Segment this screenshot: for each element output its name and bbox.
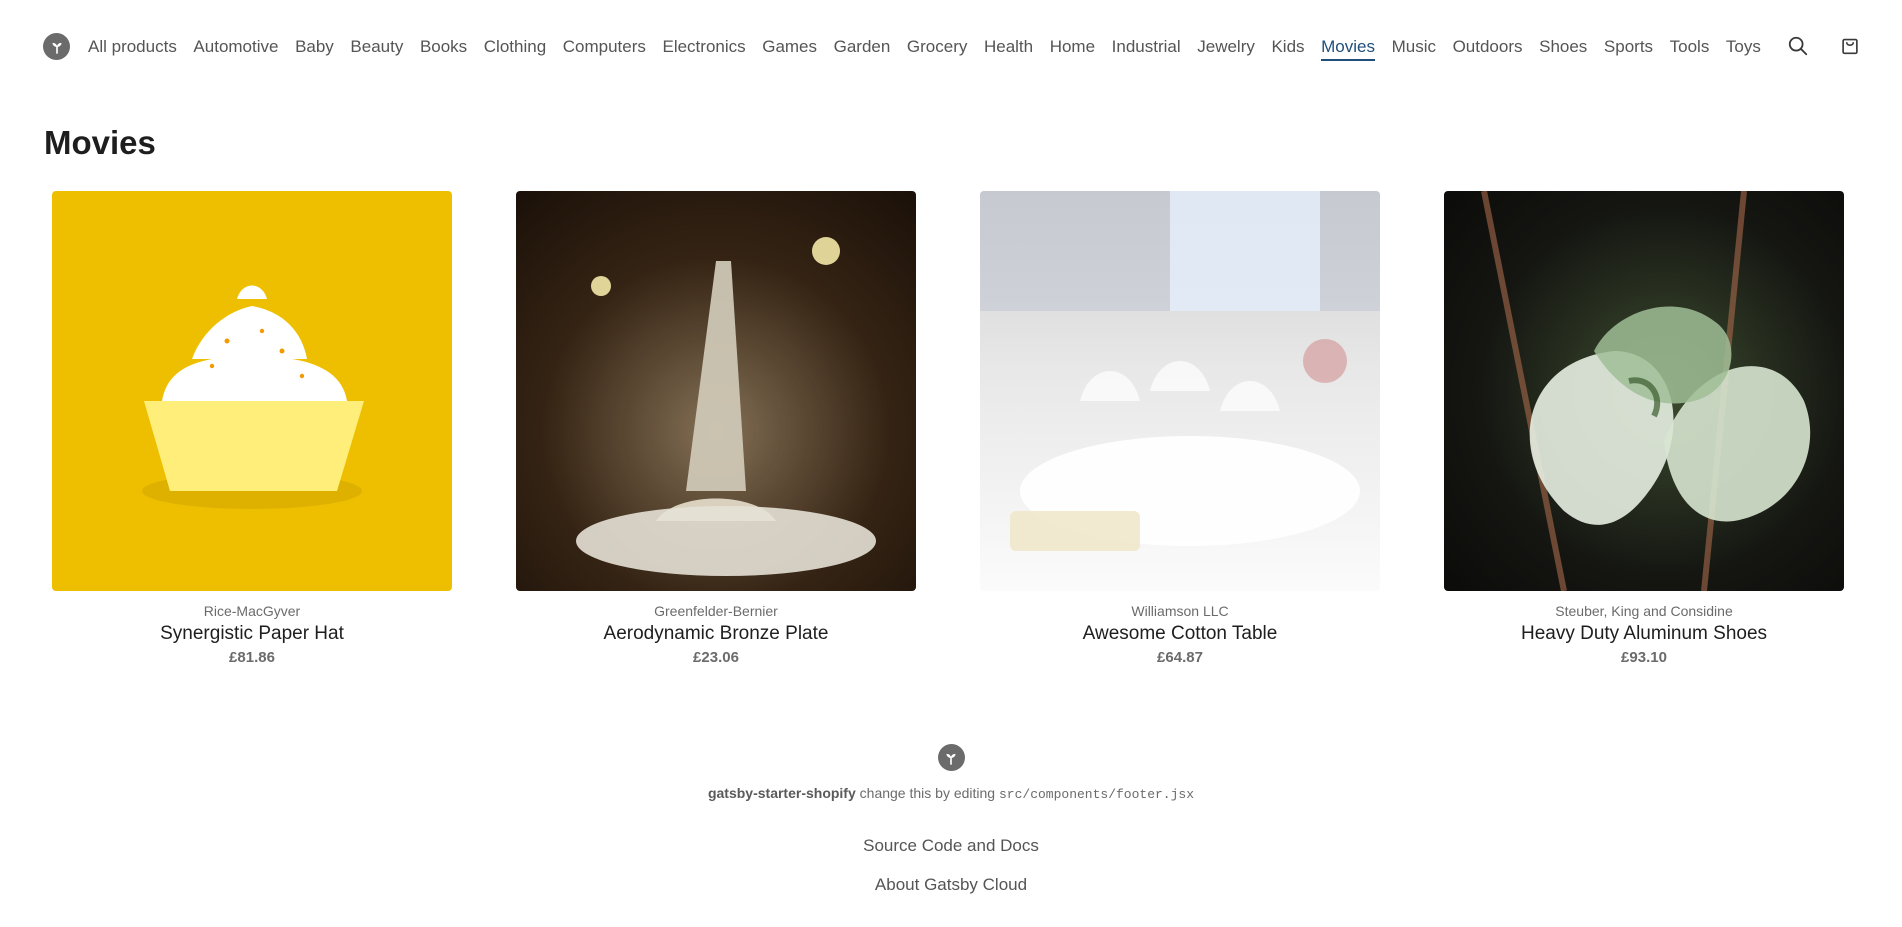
nav-item-baby[interactable]: Baby xyxy=(295,35,334,61)
product-image[interactable] xyxy=(1444,191,1844,591)
leaf-logo-icon[interactable] xyxy=(937,744,965,771)
nav-item-jewelry[interactable]: Jewelry xyxy=(1197,35,1255,61)
search-icon[interactable] xyxy=(1786,34,1810,58)
product-card[interactable]: Williamson LLC Awesome Cotton Table £64.… xyxy=(980,191,1380,666)
nav-item-outdoors[interactable]: Outdoors xyxy=(1453,35,1523,61)
product-vendor: Williamson LLC xyxy=(1131,603,1229,619)
footer-link-source-code-and-docs[interactable]: Source Code and Docs xyxy=(863,836,1039,856)
product-price: £93.10 xyxy=(1621,649,1667,666)
product-vendor: Steuber, King and Considine xyxy=(1555,603,1733,619)
product-grid: Rice-MacGyver Synergistic Paper Hat £81.… xyxy=(52,191,1844,666)
nav-item-garden[interactable]: Garden xyxy=(834,35,891,61)
product-price: £64.87 xyxy=(1157,649,1203,666)
nav-item-industrial[interactable]: Industrial xyxy=(1112,35,1181,61)
nav-item-computers[interactable]: Computers xyxy=(563,35,646,61)
product-card[interactable]: Rice-MacGyver Synergistic Paper Hat £81.… xyxy=(52,191,452,666)
product-title[interactable]: Aerodynamic Bronze Plate xyxy=(604,623,829,645)
product-vendor: Greenfelder-Bernier xyxy=(654,603,778,619)
product-price: £81.86 xyxy=(229,649,275,666)
nav-item-tools[interactable]: Tools xyxy=(1670,35,1710,61)
product-title[interactable]: Awesome Cotton Table xyxy=(1083,623,1278,645)
nav-item-electronics[interactable]: Electronics xyxy=(662,35,745,61)
footer-note-code: src/components/footer.jsx xyxy=(998,787,1195,802)
main-navigation: All products Automotive Baby Beauty Book… xyxy=(88,35,1777,61)
product-image[interactable] xyxy=(516,191,916,591)
product-card[interactable]: Steuber, King and Considine Heavy Duty A… xyxy=(1444,191,1844,666)
footer-note: gatsby-starter-shopify change this by ed… xyxy=(708,785,1194,802)
footer-links: Source Code and Docs About Gatsby Cloud xyxy=(863,836,1039,895)
nav-item-games[interactable]: Games xyxy=(762,35,817,61)
nav-item-grocery[interactable]: Grocery xyxy=(907,35,967,61)
nav-item-clothing[interactable]: Clothing xyxy=(484,35,546,61)
nav-item-shoes[interactable]: Shoes xyxy=(1539,35,1587,61)
footer-link-about-gatsby-cloud[interactable]: About Gatsby Cloud xyxy=(875,875,1027,895)
product-vendor: Rice-MacGyver xyxy=(203,603,301,619)
shopping-bag-icon[interactable] xyxy=(1838,34,1862,58)
site-header: All products Automotive Baby Beauty Book… xyxy=(0,0,1902,94)
product-image[interactable] xyxy=(52,191,452,591)
nav-item-sports[interactable]: Sports xyxy=(1604,35,1653,61)
product-image[interactable] xyxy=(980,191,1380,591)
nav-item-home[interactable]: Home xyxy=(1050,35,1095,61)
footer-brand: gatsby-starter-shopify xyxy=(707,785,856,801)
product-price: £23.06 xyxy=(693,649,739,666)
footer-note-text: change this by editing xyxy=(855,785,999,801)
nav-item-all-products[interactable]: All products xyxy=(88,35,177,61)
nav-item-books[interactable]: Books xyxy=(420,35,467,61)
leaf-logo-icon[interactable] xyxy=(43,33,70,60)
product-card[interactable]: Greenfelder-Bernier Aerodynamic Bronze P… xyxy=(516,191,916,666)
nav-item-beauty[interactable]: Beauty xyxy=(350,35,403,61)
header-actions xyxy=(1786,34,1862,58)
product-title[interactable]: Synergistic Paper Hat xyxy=(160,623,344,645)
nav-item-health[interactable]: Health xyxy=(984,35,1033,61)
nav-item-automotive[interactable]: Automotive xyxy=(193,35,278,61)
product-title[interactable]: Heavy Duty Aluminum Shoes xyxy=(1521,623,1767,645)
nav-item-toys[interactable]: Toys xyxy=(1726,35,1761,61)
site-footer: gatsby-starter-shopify change this by ed… xyxy=(0,744,1902,895)
nav-item-music[interactable]: Music xyxy=(1392,35,1436,61)
nav-item-kids[interactable]: Kids xyxy=(1271,35,1304,61)
nav-item-movies[interactable]: Movies xyxy=(1321,35,1375,61)
page-title: Movies xyxy=(44,124,156,161)
